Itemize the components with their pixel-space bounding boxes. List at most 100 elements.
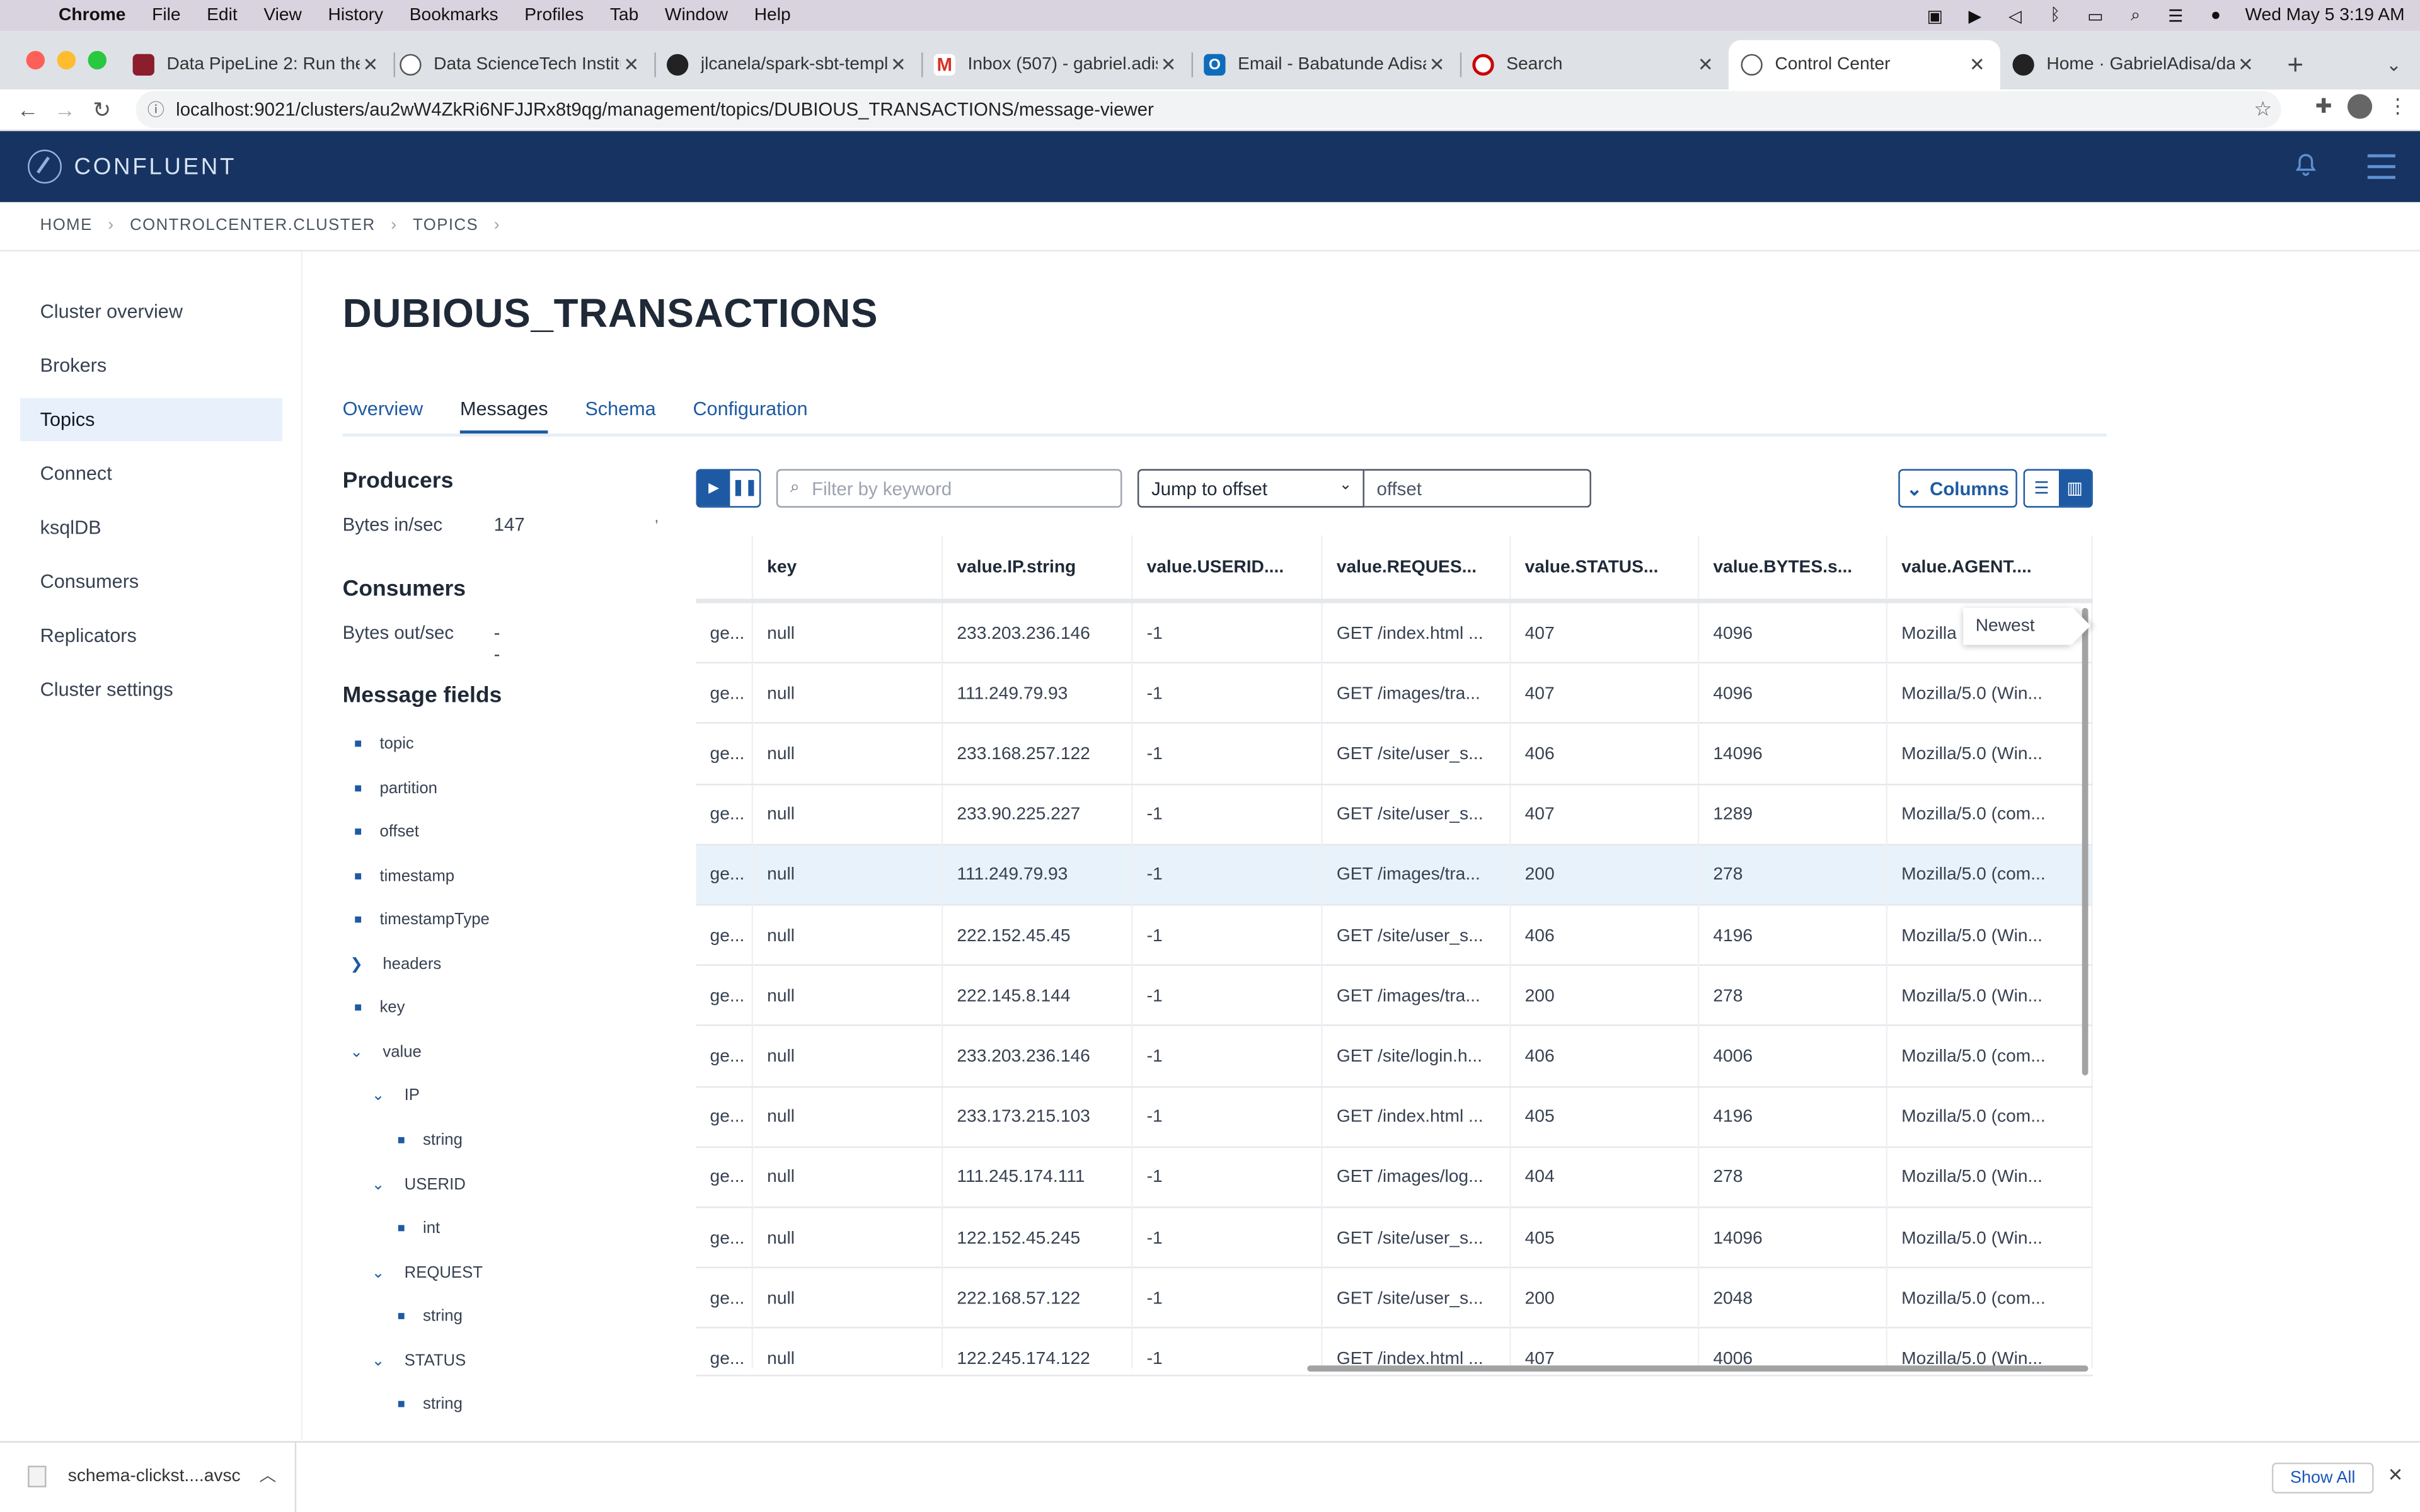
download-item[interactable]: schema-clickst....avsc	[28, 1465, 241, 1487]
close-window-button[interactable]	[26, 50, 45, 70]
columns-button[interactable]: ⌄ Columns	[1898, 469, 2017, 508]
field-offset[interactable]: offset	[355, 822, 419, 841]
menu-history[interactable]: History	[328, 6, 383, 25]
minimize-window-button[interactable]	[57, 50, 76, 70]
play-icon[interactable]: ▶	[1964, 6, 1986, 25]
menu-help[interactable]: Help	[754, 6, 791, 25]
table-row[interactable]: ge... null 233.90.225.227 -1 GET /site/user_…	[696, 784, 2093, 845]
field-ip-string[interactable]: string	[398, 1131, 463, 1150]
browser-tab-active[interactable]: Control Center ✕	[1728, 40, 2000, 90]
tab-close-icon[interactable]: ✕	[887, 54, 909, 76]
battery-icon[interactable]: ▭	[2085, 6, 2106, 25]
field-value[interactable]: ⌄ value	[349, 1043, 421, 1062]
sidebar-item-cluster-overview[interactable]: Cluster overview	[20, 290, 282, 333]
table-row[interactable]: ge... null 233.203.236.146 -1 GET /site/logi…	[696, 1026, 2093, 1087]
field-timestamp[interactable]: timestamp	[355, 867, 454, 886]
table-row[interactable]: ge... null 122.152.45.245 -1 GET /site/user_…	[696, 1208, 2093, 1269]
tab-close-icon[interactable]: ✕	[1966, 54, 1988, 76]
chevron-down-icon[interactable]: ⌄	[371, 1087, 386, 1104]
field-partition[interactable]: partition	[355, 779, 437, 798]
table-view-icon[interactable]: ☰	[2025, 471, 2058, 506]
tab-overview[interactable]: Overview	[343, 398, 424, 435]
breadcrumb-home[interactable]: HOME	[40, 216, 93, 234]
confluent-logo[interactable]: CONFLUENT	[28, 149, 236, 184]
sidebar-item-consumers[interactable]: Consumers	[20, 560, 282, 604]
pause-button[interactable]: ❚❚	[730, 471, 759, 506]
table-row[interactable]: ge... null 111.245.174.111 -1 GET /images/lo…	[696, 1147, 2093, 1208]
menu-file[interactable]: File	[152, 6, 180, 25]
menu-app-name[interactable]: Chrome	[59, 6, 125, 25]
tab-close-icon[interactable]: ✕	[360, 54, 381, 76]
filter-keyword-input[interactable]: ⌕ Filter by keyword	[776, 469, 1122, 508]
zoom-window-button[interactable]	[88, 50, 107, 70]
menu-view[interactable]: View	[263, 6, 302, 25]
field-ip[interactable]: ⌄ IP	[371, 1086, 420, 1104]
forward-arrow-icon[interactable]: →	[46, 97, 83, 122]
notification-bell-icon[interactable]	[2293, 152, 2318, 177]
browser-tab[interactable]: M Inbox (507) - gabriel.adisa ✕	[921, 40, 1194, 89]
show-all-button[interactable]: Show All	[2271, 1462, 2374, 1494]
sidebar-item-cluster-settings[interactable]: Cluster settings	[20, 668, 282, 711]
bluetooth-icon[interactable]: ᛒ	[2044, 6, 2066, 25]
menu-tab[interactable]: Tab	[610, 6, 638, 25]
address-bar[interactable]: ⓘ localhost:9021/clusters/au2wW4ZkRi6NFJ…	[135, 91, 2281, 129]
tab-schema[interactable]: Schema	[585, 398, 655, 435]
field-status-string[interactable]: string	[398, 1395, 463, 1413]
hamburger-menu-icon[interactable]	[2367, 154, 2395, 186]
field-userid-int[interactable]: int	[398, 1219, 440, 1237]
play-button[interactable]: ▶	[697, 470, 730, 507]
column-header-ip[interactable]: value.IP.string	[943, 535, 1133, 599]
new-tab-button[interactable]: +	[2275, 40, 2315, 89]
table-horizontal-scrollbar[interactable]	[1307, 1365, 2089, 1372]
table-row[interactable]: ge... null 233.168.257.122 -1 GET /site/user…	[696, 724, 2093, 785]
sidebar-item-ksqldb[interactable]: ksqlDB	[20, 506, 282, 549]
table-row[interactable]: ge... null 222.168.57.122 -1 GET /site/user_…	[696, 1268, 2093, 1329]
column-header-userid[interactable]: value.USERID....	[1133, 535, 1323, 599]
browser-tab[interactable]: Home · GabrielAdisa/datal ✕	[2000, 40, 2269, 89]
tab-messages[interactable]: Messages	[460, 398, 548, 435]
extensions-puzzle-icon[interactable]: ✚	[2315, 94, 2332, 118]
chrome-menu-icon[interactable]: ⋮	[2388, 94, 2408, 118]
spotlight-search-icon[interactable]: ⌕	[2124, 6, 2146, 25]
chevron-down-icon[interactable]: ⌄	[371, 1176, 386, 1193]
tab-close-icon[interactable]: ✕	[1426, 54, 1448, 76]
tab-search-icon[interactable]: ⌄	[2374, 40, 2411, 89]
tab-configuration[interactable]: Configuration	[693, 398, 807, 435]
field-key[interactable]: key	[355, 999, 405, 1017]
browser-tab[interactable]: jlcanela/spark-sbt-templat ✕	[654, 40, 923, 89]
table-vertical-scrollbar[interactable]	[2082, 607, 2089, 1075]
tab-close-icon[interactable]: ✕	[620, 54, 642, 76]
chevron-down-icon[interactable]: ⌄	[371, 1353, 386, 1370]
site-info-icon[interactable]: ⓘ	[136, 97, 176, 122]
table-row[interactable]: ge... null 111.249.79.93 -1 GET /images/tra.…	[696, 663, 2093, 724]
column-header-bytes[interactable]: value.BYTES.s...	[1699, 535, 1888, 599]
field-status[interactable]: ⌄ STATUS	[371, 1351, 466, 1370]
browser-tab[interactable]: O Email - Babatunde Adisa - ✕	[1192, 40, 1462, 89]
table-row[interactable]: ge... null 122.245.174.122 -1 GET /index.htm…	[696, 1329, 2093, 1369]
browser-tab[interactable]: Data PipeLine 2: Run the k ✕	[120, 40, 395, 89]
tab-close-icon[interactable]: ✕	[2235, 54, 2256, 76]
field-timestamptype[interactable]: timestampType	[355, 910, 490, 929]
table-row[interactable]: ge... null 111.249.79.93 -1 GET /images/tra.…	[696, 845, 2093, 906]
volume-icon[interactable]: ◁	[2004, 6, 2025, 25]
bookmark-star-icon[interactable]: ☆	[2254, 97, 2272, 122]
offset-input[interactable]: offset	[1364, 469, 1591, 508]
chevron-down-icon[interactable]: ⌄	[371, 1264, 386, 1281]
docker-icon[interactable]: ▣	[1924, 6, 1945, 25]
menu-profiles[interactable]: Profiles	[524, 6, 584, 25]
column-header-key[interactable]: key	[753, 535, 943, 599]
card-view-icon[interactable]: ▥	[2058, 470, 2092, 507]
table-row[interactable]: ge... null 222.145.8.144 -1 GET /images/tra.…	[696, 966, 2093, 1027]
sidebar-item-replicators[interactable]: Replicators	[20, 614, 282, 658]
sidebar-item-topics[interactable]: Topics	[20, 398, 283, 442]
column-header-agent[interactable]: value.AGENT....	[1887, 535, 2093, 599]
close-icon[interactable]: ✕	[2388, 1464, 2404, 1486]
field-request-string[interactable]: string	[398, 1307, 463, 1326]
column-header[interactable]	[696, 535, 754, 599]
browser-tab[interactable]: Search ✕	[1460, 40, 1729, 89]
table-row[interactable]: ge... null 233.173.215.103 -1 GET /index.htm…	[696, 1087, 2093, 1148]
siri-icon[interactable]: ●	[2205, 6, 2227, 25]
browser-tab[interactable]: Data ScienceTech Institute ✕	[388, 40, 656, 89]
table-row[interactable]: ge... null 222.152.45.45 -1 GET /site/user_s…	[696, 905, 2093, 966]
jump-to-offset-select[interactable]: Jump to offset ⌄	[1137, 469, 1364, 508]
